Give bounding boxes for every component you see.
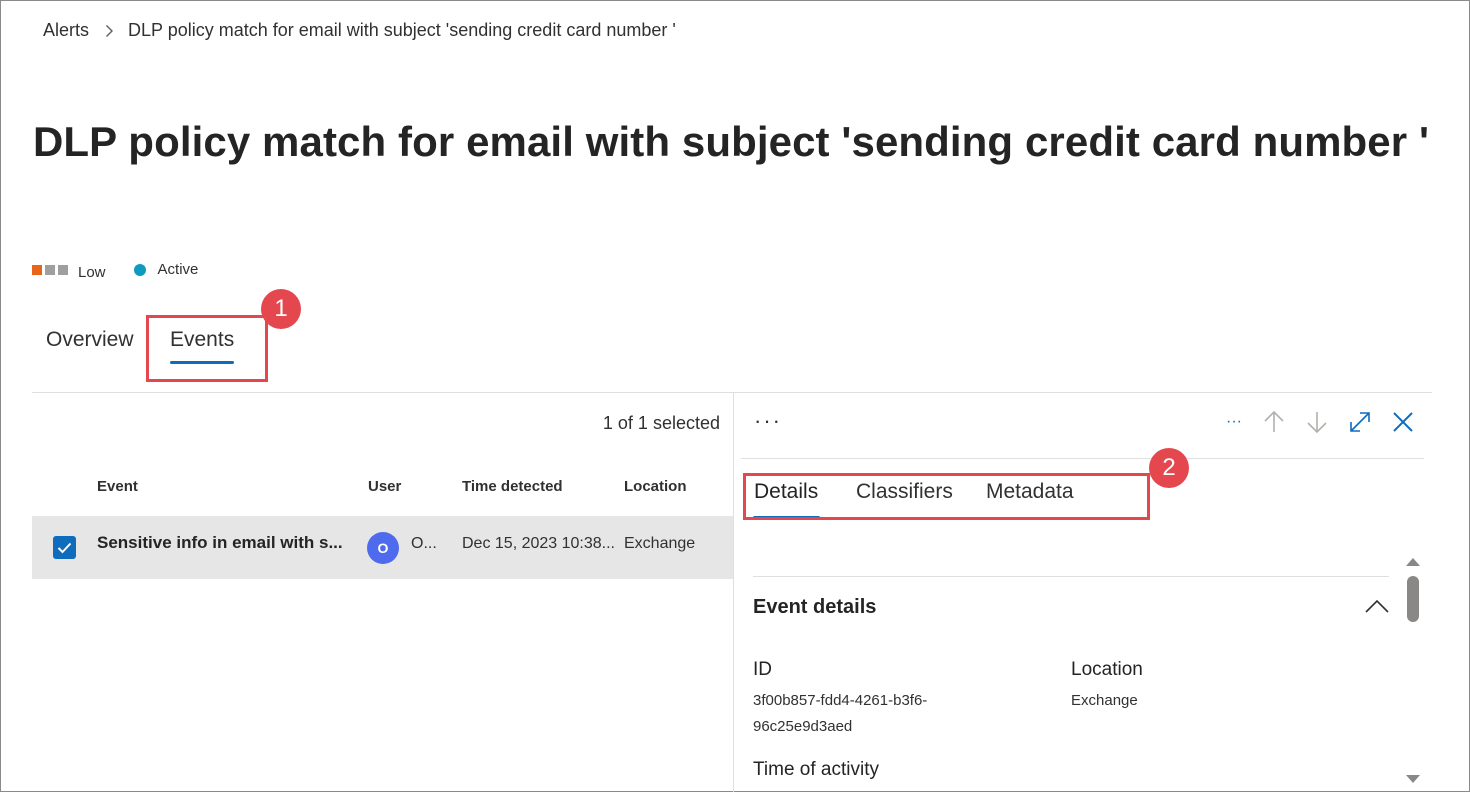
previous-item-button[interactable] <box>1258 406 1290 438</box>
event-name: Sensitive info in email with s... <box>97 533 343 552</box>
scroll-down-arrow-icon[interactable] <box>1405 772 1421 790</box>
field-label-location: Location <box>1071 659 1143 680</box>
user-name: O... <box>411 535 437 552</box>
tab-overview[interactable]: Overview <box>46 328 134 352</box>
section-divider <box>753 576 1389 577</box>
breadcrumb-current: DLP policy match for email with subject … <box>128 20 676 40</box>
chevron-up-icon <box>1365 599 1389 613</box>
page-title: DLP policy match for email with subject … <box>33 118 1430 165</box>
toolbar-more-button[interactable]: ··· <box>1218 406 1250 438</box>
pane-divider <box>733 393 734 792</box>
status-dot-icon <box>133 263 146 276</box>
next-item-button[interactable] <box>1301 406 1333 438</box>
row-checkbox[interactable] <box>53 536 76 559</box>
breadcrumb: Alerts DLP policy match for email with s… <box>43 20 676 41</box>
severity-bars-icon <box>32 264 68 275</box>
table-row[interactable]: Sensitive info in email with s... O O...… <box>32 516 733 579</box>
annotation-highlight-subtabs <box>743 473 1150 520</box>
scroll-up-arrow-icon[interactable] <box>1405 554 1421 572</box>
checkmark-icon <box>57 542 72 553</box>
avatar: O <box>367 532 399 564</box>
column-header-time-detected[interactable]: Time detected <box>462 478 563 495</box>
selected-count: 1 of 1 selected <box>602 413 720 433</box>
column-header-location[interactable]: Location <box>624 478 687 495</box>
section-title-event-details: Event details <box>753 596 877 618</box>
field-value-id-line1: 3f00b857-fdd4-4261-b3f6- <box>753 692 928 709</box>
status-label: Active <box>157 261 199 278</box>
arrow-down-icon <box>1307 412 1327 434</box>
arrow-up-icon <box>1264 410 1284 432</box>
pane-toolbar-divider <box>741 458 1424 459</box>
field-value-id-line2: 96c25e9d3aed <box>753 718 853 735</box>
more-actions-button[interactable]: ··· <box>754 408 782 434</box>
chevron-right-icon <box>105 24 114 38</box>
column-header-event[interactable]: Event <box>97 478 138 495</box>
tabs-divider <box>32 392 1432 393</box>
expand-icon <box>1350 412 1370 432</box>
field-label-id: ID <box>753 659 772 680</box>
field-label-time-of-activity: Time of activity <box>753 759 879 780</box>
expand-button[interactable] <box>1344 406 1376 438</box>
location: Exchange <box>624 535 696 552</box>
annotation-badge-1: 1 <box>261 289 301 329</box>
severity-label: Low <box>78 264 106 281</box>
close-pane-button[interactable] <box>1387 406 1419 438</box>
close-icon <box>1393 412 1413 432</box>
collapse-section-button[interactable] <box>1364 598 1390 616</box>
scrollbar-thumb[interactable] <box>1407 576 1419 622</box>
column-header-user[interactable]: User <box>368 478 401 495</box>
annotation-badge-2: 2 <box>1149 448 1189 488</box>
field-value-location: Exchange <box>1071 692 1138 709</box>
time-detected: Dec 15, 2023 10:38... <box>462 535 615 552</box>
alert-meta: Low Active <box>32 258 198 281</box>
breadcrumb-alerts-link[interactable]: Alerts <box>43 20 89 41</box>
annotation-highlight-events <box>146 315 268 382</box>
more-icon: ··· <box>1226 413 1242 430</box>
